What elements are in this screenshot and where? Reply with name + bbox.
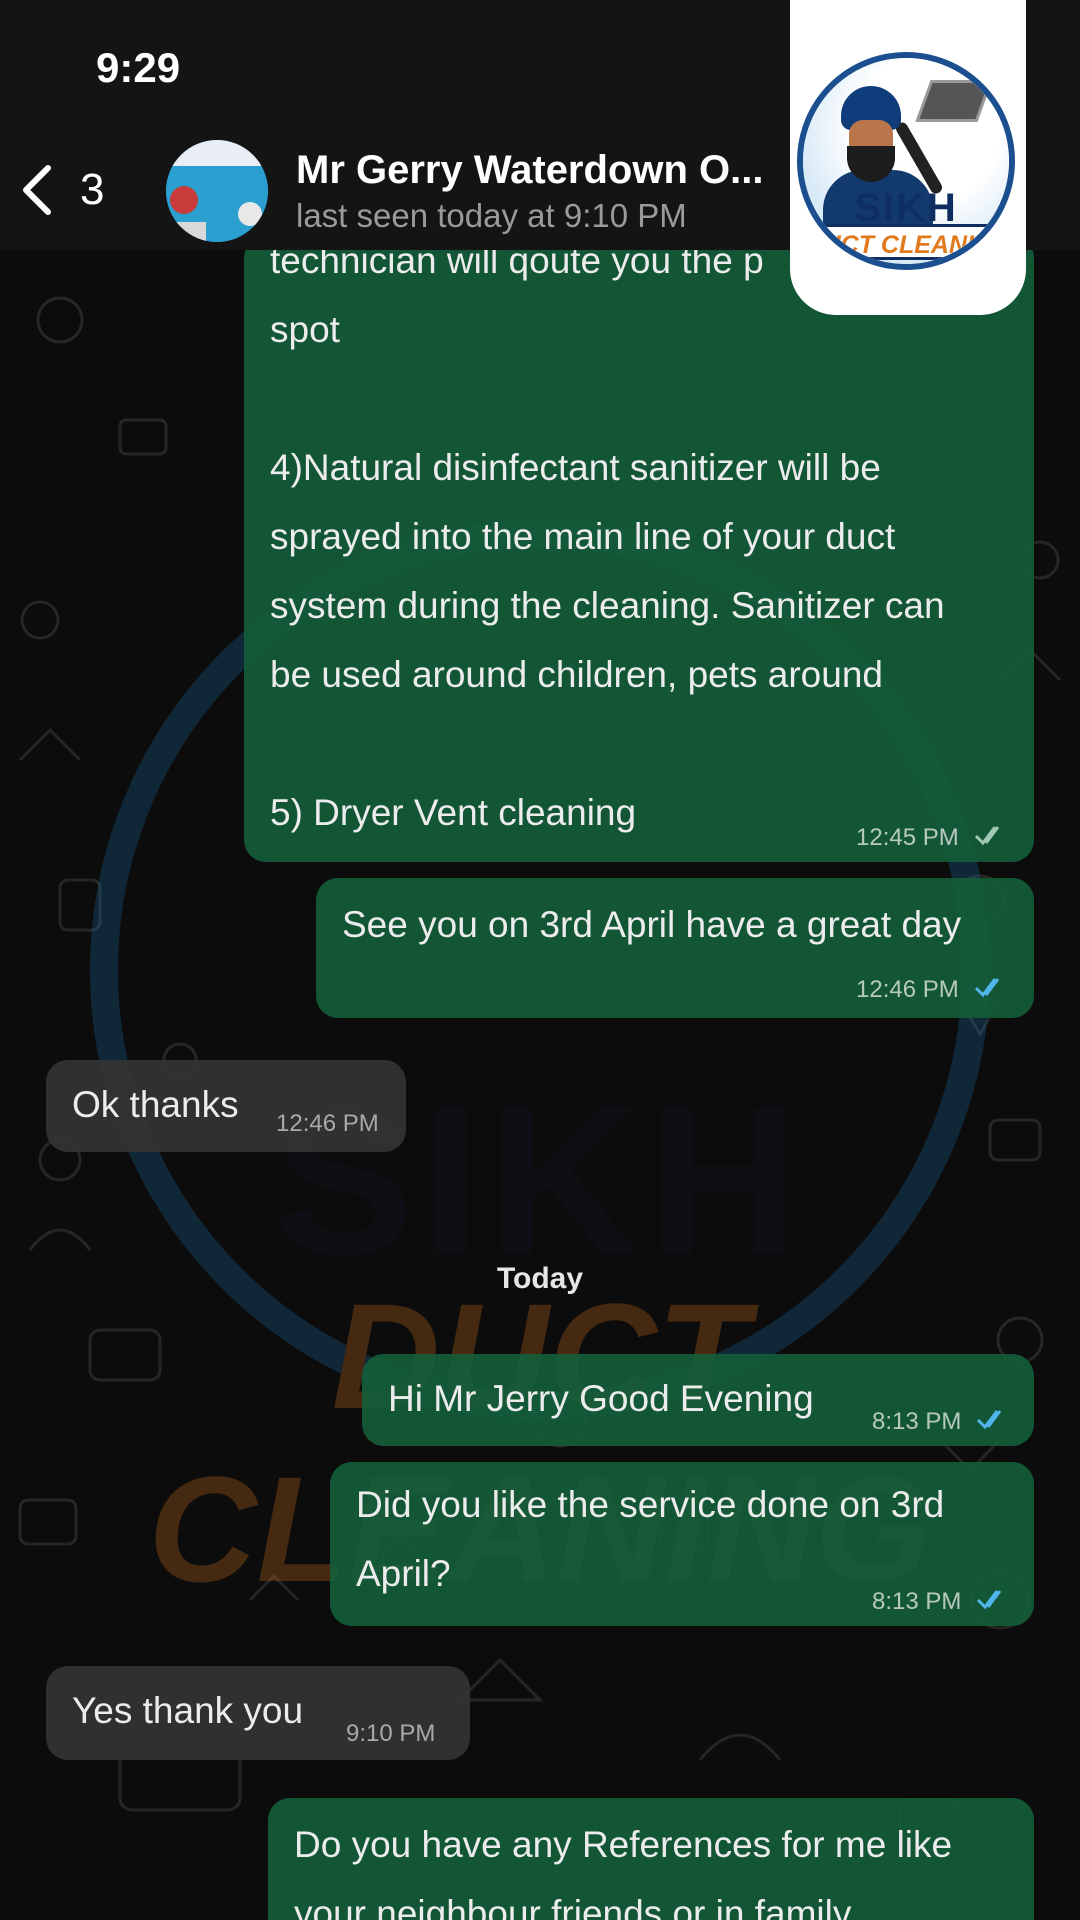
- message-time: 12:45 PM: [856, 824, 959, 851]
- contact-name[interactable]: Mr Gerry Waterdown O...: [296, 148, 763, 193]
- brand-logo: SIKH DUCT CLEANING: [797, 52, 1015, 270]
- read-receipt-icon: [974, 978, 1000, 998]
- message-text: Hi Mr Jerry Good Evening: [388, 1378, 814, 1419]
- message-bubble-incoming[interactable]: Ok thanks 12:46 PM: [46, 1060, 406, 1152]
- status-bar-time: 9:29: [96, 44, 181, 91]
- avatar-image: [166, 140, 268, 242]
- message-text: technician will qoute you the p spot 4)N…: [270, 240, 945, 833]
- logo-subtitle: DUCT CLEANING: [803, 224, 1009, 260]
- message-time: 9:10 PM: [346, 1720, 436, 1747]
- contact-avatar[interactable]: [166, 140, 268, 242]
- read-receipt-icon: [974, 826, 1000, 846]
- read-receipt-icon: [976, 1590, 1002, 1610]
- read-receipt-icon: [976, 1410, 1002, 1430]
- message-bubble-outgoing[interactable]: See you on 3rd April have a great day 12…: [316, 878, 1034, 1018]
- message-text: Ok thanks: [72, 1084, 239, 1125]
- message-bubble-outgoing[interactable]: Hi Mr Jerry Good Evening 8:13 PM: [362, 1354, 1034, 1446]
- message-text: Did you like the service done on 3rd Apr…: [356, 1484, 945, 1594]
- message-bubble-outgoing[interactable]: Do you have any References for me like y…: [268, 1798, 1034, 1920]
- day-separator: Today: [496, 1262, 584, 1295]
- message-bubble-outgoing[interactable]: Did you like the service done on 3rd Apr…: [330, 1462, 1034, 1626]
- chevron-left-icon: [23, 165, 51, 215]
- message-time: 8:13 PM: [872, 1408, 962, 1435]
- back-button[interactable]: 3: [18, 158, 128, 222]
- message-time: 12:46 PM: [856, 976, 959, 1003]
- message-text: See you on 3rd April have a great day: [342, 904, 962, 945]
- message-text: Yes thank you: [72, 1690, 304, 1731]
- message-time: 12:46 PM: [276, 1110, 379, 1137]
- unread-count: 3: [80, 165, 105, 214]
- last-seen-status: last seen today at 9:10 PM: [296, 197, 687, 234]
- message-time: 8:13 PM: [872, 1588, 962, 1615]
- message-bubble-outgoing[interactable]: technician will qoute you the p spot 4)N…: [244, 236, 1034, 862]
- message-bubble-incoming[interactable]: Yes thank you 9:10 PM: [46, 1666, 470, 1760]
- message-text: Do you have any References for me like y…: [294, 1824, 953, 1920]
